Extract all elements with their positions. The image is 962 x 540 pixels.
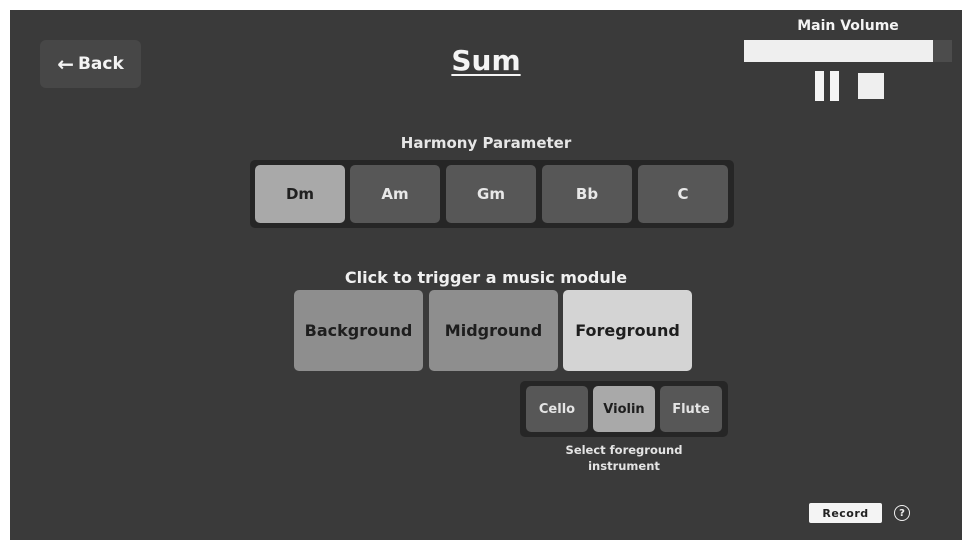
volume-slider[interactable]: [744, 40, 952, 62]
chord-button-dm[interactable]: Dm: [255, 165, 345, 223]
page-title-text: Sum: [451, 44, 521, 77]
harmony-chord-group: Dm Am Gm Bb C: [250, 160, 734, 228]
help-icon[interactable]: ?: [894, 505, 910, 521]
chord-button-gm[interactable]: Gm: [446, 165, 536, 223]
volume-slider-fill: [744, 40, 934, 62]
instrument-flute-button[interactable]: Flute: [660, 386, 722, 432]
app-stage: ← Back Sum Main Volume Harmony Parameter…: [10, 10, 962, 540]
instrument-group: Cello Violin Flute: [520, 381, 728, 437]
modules-label: Click to trigger a music module: [344, 268, 628, 287]
record-button[interactable]: Record: [809, 503, 882, 523]
instrument-cello-button[interactable]: Cello: [526, 386, 588, 432]
chord-button-bb[interactable]: Bb: [542, 165, 632, 223]
harmony-parameter-label: Harmony Parameter: [400, 134, 572, 152]
instrument-select-label: Select foreground instrument: [565, 443, 683, 473]
chord-button-c[interactable]: C: [638, 165, 728, 223]
stop-icon[interactable]: [858, 73, 884, 99]
pause-icon[interactable]: [813, 71, 841, 101]
instrument-violin-button[interactable]: Violin: [593, 386, 655, 432]
volume-label: Main Volume: [797, 18, 899, 34]
chord-button-am[interactable]: Am: [350, 165, 440, 223]
module-midground-button[interactable]: Midground: [429, 290, 558, 371]
module-background-button[interactable]: Background: [294, 290, 423, 371]
module-foreground-button[interactable]: Foreground: [563, 290, 692, 371]
